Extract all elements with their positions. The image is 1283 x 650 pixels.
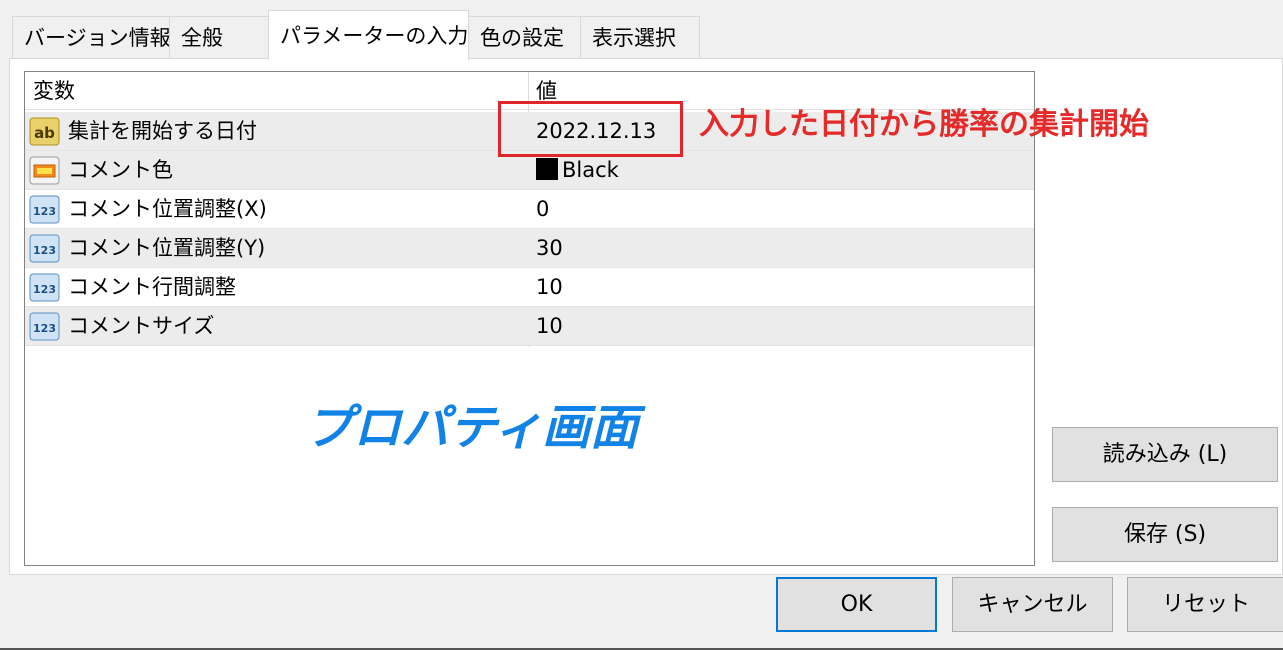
svg-text:123: 123	[33, 322, 56, 335]
param-name: コメントサイズ	[68, 314, 215, 338]
param-value[interactable]: 10	[536, 307, 563, 345]
param-name: コメント位置調整(Y)	[68, 236, 266, 260]
tab-color-settings[interactable]: 色の設定	[468, 16, 581, 58]
header-variable[interactable]: 変数	[33, 72, 75, 110]
integer-123-icon: 123	[29, 234, 60, 263]
table-row[interactable]: 123 コメント位置調整(Y) 30	[25, 229, 1034, 268]
color-icon	[29, 156, 60, 185]
table-row[interactable]: 123 コメントサイズ 10	[25, 307, 1034, 346]
save-button[interactable]: 保存 (S)	[1052, 507, 1278, 562]
table-row[interactable]: 123 コメント行間調整 10	[25, 268, 1034, 307]
integer-123-icon: 123	[29, 195, 60, 224]
cancel-button[interactable]: キャンセル	[952, 577, 1113, 632]
param-value[interactable]: 10	[536, 268, 563, 306]
integer-123-icon: 123	[29, 312, 60, 341]
annotation-start-date-note: 入力した日付から勝率の集計開始	[699, 107, 1149, 142]
svg-text:ab: ab	[34, 124, 55, 142]
integer-123-icon: 123	[29, 273, 60, 302]
svg-text:123: 123	[33, 244, 56, 257]
tab-parameter-input[interactable]: パラメーターの入力	[268, 10, 469, 60]
param-value[interactable]: 30	[536, 229, 563, 267]
load-button[interactable]: 読み込み (L)	[1052, 427, 1278, 482]
param-value[interactable]: 0	[536, 190, 549, 228]
param-name: コメント色	[68, 158, 173, 182]
ok-button[interactable]: OK	[776, 577, 937, 632]
svg-text:123: 123	[33, 205, 56, 218]
tab-display-selection[interactable]: 表示選択	[580, 16, 700, 58]
tab-bar: バージョン情報 全般 パラメーターの入力 色の設定 表示選択	[0, 0, 1283, 60]
tab-version-info[interactable]: バージョン情報	[12, 16, 171, 58]
svg-text:123: 123	[33, 283, 56, 296]
param-name: コメント位置調整(X)	[68, 197, 267, 221]
tab-general[interactable]: 全般	[169, 16, 269, 58]
reset-button[interactable]: リセット	[1127, 577, 1283, 632]
color-swatch	[536, 158, 558, 180]
string-ab-icon: ab	[29, 117, 60, 146]
annotation-property-screen: プロパティ画面	[305, 400, 639, 456]
date-highlight-box	[498, 101, 683, 157]
param-name: コメント行間調整	[68, 275, 236, 299]
color-value-label: Black	[562, 158, 619, 182]
table-row[interactable]: 123 コメント位置調整(X) 0	[25, 190, 1034, 229]
param-name: 集計を開始する日付	[68, 119, 257, 143]
